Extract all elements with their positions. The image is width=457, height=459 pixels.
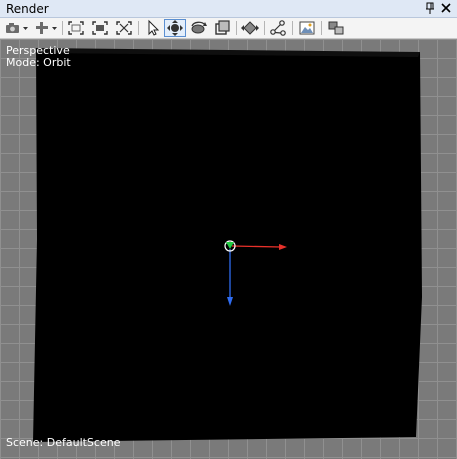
- move-icon: [167, 20, 183, 36]
- move-tool-button[interactable]: [164, 19, 186, 37]
- render-plane: [33, 48, 422, 442]
- cursor-arrow-icon: [148, 19, 160, 36]
- zoom-selected-button[interactable]: [90, 19, 110, 37]
- close-icon[interactable]: [439, 1, 453, 15]
- screenshot-button[interactable]: [297, 19, 317, 37]
- zoom-region-button[interactable]: [114, 19, 134, 37]
- zoom-selected-icon: [92, 21, 108, 35]
- rotate-tool-button[interactable]: [189, 19, 209, 37]
- pan-tool-button[interactable]: [240, 19, 260, 37]
- render-toolbar: [0, 18, 457, 39]
- toolbar-separator: [292, 21, 293, 35]
- tool-dropdown-button[interactable]: [33, 19, 59, 37]
- scale-tool-button[interactable]: [212, 19, 232, 37]
- toolbar-separator: [138, 21, 139, 35]
- wrench-icon: [36, 22, 57, 34]
- layers-button[interactable]: [326, 19, 346, 37]
- select-tool-button[interactable]: [142, 19, 162, 37]
- zoom-extents-button[interactable]: [66, 19, 86, 37]
- window-title: Render: [6, 2, 49, 16]
- connect-tool-button[interactable]: [268, 19, 288, 37]
- toolbar-separator: [236, 21, 237, 35]
- scene-canvas[interactable]: [0, 39, 457, 459]
- camera-icon: [6, 23, 28, 33]
- render-viewport[interactable]: Perspective Mode: Orbit Scene: DefaultSc…: [0, 39, 457, 459]
- pan-icon: [241, 21, 259, 35]
- toolbar-separator: [264, 21, 265, 35]
- pin-icon[interactable]: [423, 1, 437, 15]
- toolbar-separator: [62, 21, 63, 35]
- scene-label: Scene: DefaultScene: [6, 436, 121, 449]
- toolbar-separator: [321, 21, 322, 35]
- connect-icon: [270, 20, 286, 36]
- mode-label: Mode: Orbit: [6, 56, 71, 69]
- zoom-extents-icon: [68, 21, 84, 35]
- image-icon: [299, 21, 315, 35]
- layers-icon: [328, 21, 344, 35]
- rotate-icon: [191, 21, 207, 34]
- scale-icon: [215, 20, 230, 35]
- camera-dropdown-button[interactable]: [4, 19, 30, 37]
- zoom-region-icon: [116, 21, 132, 35]
- window-titlebar: Render: [0, 0, 457, 18]
